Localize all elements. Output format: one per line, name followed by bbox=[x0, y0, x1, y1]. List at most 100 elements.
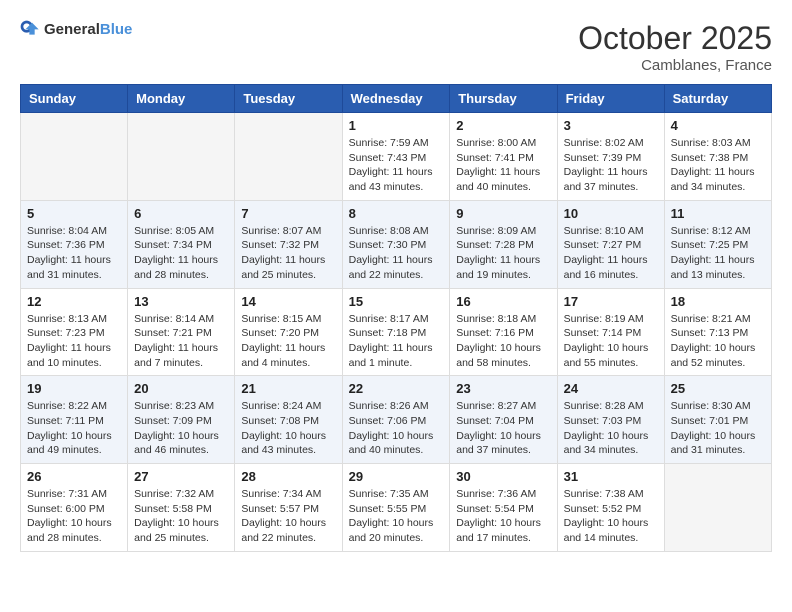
day-info: Sunrise: 8:28 AMSunset: 7:03 PMDaylight:… bbox=[564, 399, 658, 458]
day-info: Sunrise: 8:30 AMSunset: 7:01 PMDaylight:… bbox=[671, 399, 765, 458]
calendar-day-cell: 5Sunrise: 8:04 AMSunset: 7:36 PMDaylight… bbox=[21, 200, 128, 288]
day-info: Sunrise: 8:07 AMSunset: 7:32 PMDaylight:… bbox=[241, 224, 335, 283]
day-info: Sunrise: 7:35 AMSunset: 5:55 PMDaylight:… bbox=[349, 487, 444, 546]
calendar-day-cell: 31 Sunrise: 7:38 AMSunset: 5:52 PMDayligh… bbox=[557, 464, 664, 552]
day-info: Sunrise: 7:59 AMSunset: 7:43 PMDaylight:… bbox=[349, 136, 444, 195]
day-number: 1 bbox=[349, 118, 444, 133]
day-number: 27 bbox=[134, 469, 228, 484]
day-info: Sunrise: 8:23 AMSunset: 7:09 PMDaylight:… bbox=[134, 399, 228, 458]
calendar-day-cell: 12 Sunrise: 8:13 AMSunset: 7:23 PMDayligh… bbox=[21, 288, 128, 376]
calendar-day-cell: 9 Sunrise: 8:09 AMSunset: 7:28 PMDaylight… bbox=[450, 200, 557, 288]
title-block: October 2025 Camblanes, France bbox=[578, 20, 772, 74]
calendar-day-cell: 24 Sunrise: 8:28 AMSunset: 7:03 PMDayligh… bbox=[557, 376, 664, 464]
calendar-day-cell: 10 Sunrise: 8:10 AMSunset: 7:27 PMDayligh… bbox=[557, 200, 664, 288]
calendar-day-cell: 3 Sunrise: 8:02 AMSunset: 7:39 PMDaylight… bbox=[557, 113, 664, 201]
calendar-day-cell: 17 Sunrise: 8:19 AMSunset: 7:14 PMDayligh… bbox=[557, 288, 664, 376]
calendar-day-cell: 6Sunrise: 8:05 AMSunset: 7:34 PMDaylight… bbox=[128, 200, 235, 288]
calendar-day-cell: 23Sunrise: 8:27 AMSunset: 7:04 PMDayligh… bbox=[450, 376, 557, 464]
calendar-day-cell: 28 Sunrise: 7:34 AMSunset: 5:57 PMDayligh… bbox=[235, 464, 342, 552]
calendar-week-row: 26Sunrise: 7:31 AMSunset: 6:00 PMDayligh… bbox=[21, 464, 772, 552]
day-number: 3 bbox=[564, 118, 658, 133]
calendar-day-cell: 7 Sunrise: 8:07 AMSunset: 7:32 PMDaylight… bbox=[235, 200, 342, 288]
calendar-day-cell: 15 Sunrise: 8:17 AMSunset: 7:18 PMDayligh… bbox=[342, 288, 450, 376]
day-info: Sunrise: 8:08 AMSunset: 7:30 PMDaylight:… bbox=[349, 224, 444, 283]
calendar-day-cell: 11Sunrise: 8:12 AMSunset: 7:25 PMDayligh… bbox=[664, 200, 771, 288]
col-thursday: Thursday bbox=[450, 85, 557, 113]
calendar-day-cell: 27Sunrise: 7:32 AMSunset: 5:58 PMDayligh… bbox=[128, 464, 235, 552]
day-number: 6 bbox=[134, 206, 228, 221]
col-monday: Monday bbox=[128, 85, 235, 113]
calendar-day-cell bbox=[235, 113, 342, 201]
calendar-week-row: 12 Sunrise: 8:13 AMSunset: 7:23 PMDayligh… bbox=[21, 288, 772, 376]
calendar-day-cell: 25 Sunrise: 8:30 AMSunset: 7:01 PMDayligh… bbox=[664, 376, 771, 464]
calendar-day-cell: 14 Sunrise: 8:15 AMSunset: 7:20 PMDayligh… bbox=[235, 288, 342, 376]
day-info: Sunrise: 8:04 AMSunset: 7:36 PMDaylight:… bbox=[27, 224, 121, 283]
day-number: 8 bbox=[349, 206, 444, 221]
calendar-week-row: 19 Sunrise: 8:22 AMSunset: 7:11 PMDayligh… bbox=[21, 376, 772, 464]
calendar-day-cell: 16 Sunrise: 8:18 AMSunset: 7:16 PMDayligh… bbox=[450, 288, 557, 376]
calendar-week-row: 5Sunrise: 8:04 AMSunset: 7:36 PMDaylight… bbox=[21, 200, 772, 288]
logo-icon bbox=[20, 20, 40, 40]
calendar-day-cell: 21Sunrise: 8:24 AMSunset: 7:08 PMDayligh… bbox=[235, 376, 342, 464]
day-number: 16 bbox=[456, 294, 550, 309]
day-info: Sunrise: 8:18 AMSunset: 7:16 PMDaylight:… bbox=[456, 312, 550, 371]
calendar-day-cell bbox=[21, 113, 128, 201]
month-title: October 2025 bbox=[578, 20, 772, 57]
calendar-day-cell: 22 Sunrise: 8:26 AMSunset: 7:06 PMDayligh… bbox=[342, 376, 450, 464]
day-number: 23 bbox=[456, 381, 550, 396]
day-number: 31 bbox=[564, 469, 658, 484]
col-friday: Friday bbox=[557, 85, 664, 113]
day-number: 15 bbox=[349, 294, 444, 309]
day-info: Sunrise: 8:26 AMSunset: 7:06 PMDaylight:… bbox=[349, 399, 444, 458]
day-info: Sunrise: 7:36 AMSunset: 5:54 PMDaylight:… bbox=[456, 487, 550, 546]
day-number: 9 bbox=[456, 206, 550, 221]
calendar-day-cell: 8 Sunrise: 8:08 AMSunset: 7:30 PMDaylight… bbox=[342, 200, 450, 288]
calendar-day-cell: 26Sunrise: 7:31 AMSunset: 6:00 PMDayligh… bbox=[21, 464, 128, 552]
col-wednesday: Wednesday bbox=[342, 85, 450, 113]
day-info: Sunrise: 8:09 AMSunset: 7:28 PMDaylight:… bbox=[456, 224, 550, 283]
day-number: 12 bbox=[27, 294, 121, 309]
day-info: Sunrise: 8:15 AMSunset: 7:20 PMDaylight:… bbox=[241, 312, 335, 371]
col-sunday: Sunday bbox=[21, 85, 128, 113]
day-info: Sunrise: 8:19 AMSunset: 7:14 PMDaylight:… bbox=[564, 312, 658, 371]
day-info: Sunrise: 8:24 AMSunset: 7:08 PMDaylight:… bbox=[241, 399, 335, 458]
calendar-day-cell: 29Sunrise: 7:35 AMSunset: 5:55 PMDayligh… bbox=[342, 464, 450, 552]
day-number: 19 bbox=[27, 381, 121, 396]
day-info: Sunrise: 8:17 AMSunset: 7:18 PMDaylight:… bbox=[349, 312, 444, 371]
day-info: Sunrise: 7:38 AMSunset: 5:52 PMDaylight:… bbox=[564, 487, 658, 546]
day-number: 25 bbox=[671, 381, 765, 396]
day-number: 22 bbox=[349, 381, 444, 396]
day-info: Sunrise: 8:14 AMSunset: 7:21 PMDaylight:… bbox=[134, 312, 228, 371]
calendar-day-cell: 1 Sunrise: 7:59 AMSunset: 7:43 PMDaylight… bbox=[342, 113, 450, 201]
day-number: 2 bbox=[456, 118, 550, 133]
day-number: 28 bbox=[241, 469, 335, 484]
logo: GeneralBlue bbox=[20, 20, 132, 40]
day-number: 17 bbox=[564, 294, 658, 309]
day-number: 7 bbox=[241, 206, 335, 221]
day-info: Sunrise: 8:02 AMSunset: 7:39 PMDaylight:… bbox=[564, 136, 658, 195]
day-number: 18 bbox=[671, 294, 765, 309]
calendar-day-cell: 4 Sunrise: 8:03 AMSunset: 7:38 PMDaylight… bbox=[664, 113, 771, 201]
day-info: Sunrise: 8:10 AMSunset: 7:27 PMDaylight:… bbox=[564, 224, 658, 283]
day-number: 11 bbox=[671, 206, 765, 221]
day-number: 14 bbox=[241, 294, 335, 309]
calendar-day-cell bbox=[664, 464, 771, 552]
location: Camblanes, France bbox=[578, 57, 772, 74]
day-info: Sunrise: 8:22 AMSunset: 7:11 PMDaylight:… bbox=[27, 399, 121, 458]
day-number: 20 bbox=[134, 381, 228, 396]
page-header: GeneralBlue October 2025 Camblanes, Fran… bbox=[20, 20, 772, 74]
day-info: Sunrise: 7:34 AMSunset: 5:57 PMDaylight:… bbox=[241, 487, 335, 546]
day-info: Sunrise: 8:03 AMSunset: 7:38 PMDaylight:… bbox=[671, 136, 765, 195]
day-number: 10 bbox=[564, 206, 658, 221]
col-tuesday: Tuesday bbox=[235, 85, 342, 113]
logo-text: GeneralBlue bbox=[44, 22, 132, 39]
day-number: 24 bbox=[564, 381, 658, 396]
day-info: Sunrise: 8:21 AMSunset: 7:13 PMDaylight:… bbox=[671, 312, 765, 371]
calendar-day-cell: 18 Sunrise: 8:21 AMSunset: 7:13 PMDayligh… bbox=[664, 288, 771, 376]
day-number: 30 bbox=[456, 469, 550, 484]
calendar-day-cell bbox=[128, 113, 235, 201]
day-info: Sunrise: 8:13 AMSunset: 7:23 PMDaylight:… bbox=[27, 312, 121, 371]
calendar-table: Sunday Monday Tuesday Wednesday Thursday… bbox=[20, 84, 772, 552]
day-number: 4 bbox=[671, 118, 765, 133]
calendar-day-cell: 2Sunrise: 8:00 AMSunset: 7:41 PMDaylight… bbox=[450, 113, 557, 201]
